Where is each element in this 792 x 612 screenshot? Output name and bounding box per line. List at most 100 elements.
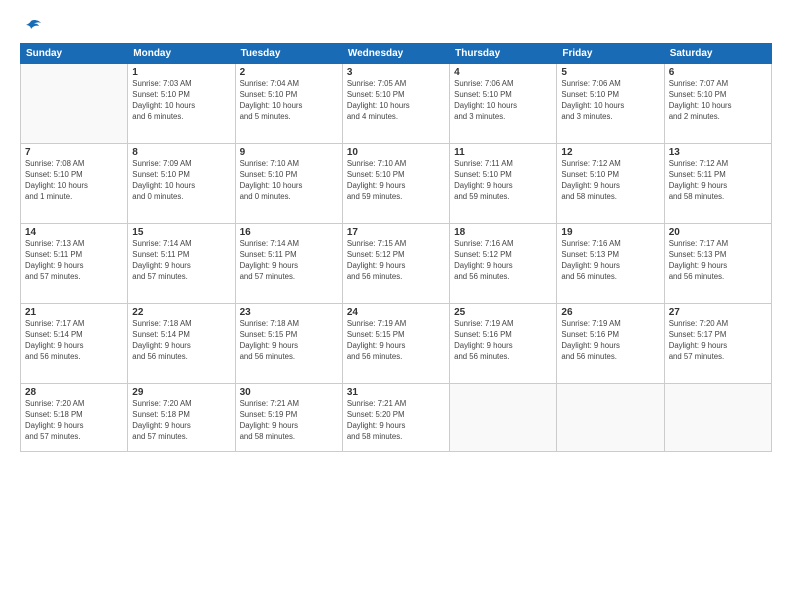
calendar-header-friday: Friday [557, 44, 664, 64]
calendar-week-5: 28Sunrise: 7:20 AMSunset: 5:18 PMDayligh… [21, 384, 772, 452]
calendar-header-tuesday: Tuesday [235, 44, 342, 64]
calendar-cell: 14Sunrise: 7:13 AMSunset: 5:11 PMDayligh… [21, 224, 128, 304]
day-info: Sunrise: 7:17 AMSunset: 5:13 PMDaylight:… [669, 239, 767, 283]
day-info: Sunrise: 7:20 AMSunset: 5:18 PMDaylight:… [132, 399, 230, 443]
day-info: Sunrise: 7:20 AMSunset: 5:17 PMDaylight:… [669, 319, 767, 363]
day-info: Sunrise: 7:04 AMSunset: 5:10 PMDaylight:… [240, 79, 338, 123]
calendar-cell: 20Sunrise: 7:17 AMSunset: 5:13 PMDayligh… [664, 224, 771, 304]
day-info: Sunrise: 7:21 AMSunset: 5:20 PMDaylight:… [347, 399, 445, 443]
calendar-cell [450, 384, 557, 452]
day-number: 19 [561, 227, 659, 238]
day-number: 29 [132, 387, 230, 398]
calendar-cell: 7Sunrise: 7:08 AMSunset: 5:10 PMDaylight… [21, 144, 128, 224]
calendar-cell: 26Sunrise: 7:19 AMSunset: 5:16 PMDayligh… [557, 304, 664, 384]
day-info: Sunrise: 7:12 AMSunset: 5:10 PMDaylight:… [561, 159, 659, 203]
day-number: 21 [25, 307, 123, 318]
calendar-cell: 8Sunrise: 7:09 AMSunset: 5:10 PMDaylight… [128, 144, 235, 224]
day-number: 24 [347, 307, 445, 318]
day-info: Sunrise: 7:05 AMSunset: 5:10 PMDaylight:… [347, 79, 445, 123]
day-info: Sunrise: 7:18 AMSunset: 5:14 PMDaylight:… [132, 319, 230, 363]
day-number: 13 [669, 147, 767, 158]
day-number: 14 [25, 227, 123, 238]
calendar-cell [21, 64, 128, 144]
day-info: Sunrise: 7:20 AMSunset: 5:18 PMDaylight:… [25, 399, 123, 443]
calendar-cell: 9Sunrise: 7:10 AMSunset: 5:10 PMDaylight… [235, 144, 342, 224]
day-info: Sunrise: 7:11 AMSunset: 5:10 PMDaylight:… [454, 159, 552, 203]
day-info: Sunrise: 7:16 AMSunset: 5:12 PMDaylight:… [454, 239, 552, 283]
day-info: Sunrise: 7:18 AMSunset: 5:15 PMDaylight:… [240, 319, 338, 363]
day-number: 20 [669, 227, 767, 238]
calendar-cell: 21Sunrise: 7:17 AMSunset: 5:14 PMDayligh… [21, 304, 128, 384]
calendar-header-sunday: Sunday [21, 44, 128, 64]
calendar-cell: 25Sunrise: 7:19 AMSunset: 5:16 PMDayligh… [450, 304, 557, 384]
calendar-cell: 16Sunrise: 7:14 AMSunset: 5:11 PMDayligh… [235, 224, 342, 304]
day-info: Sunrise: 7:09 AMSunset: 5:10 PMDaylight:… [132, 159, 230, 203]
calendar-cell: 4Sunrise: 7:06 AMSunset: 5:10 PMDaylight… [450, 64, 557, 144]
day-number: 8 [132, 147, 230, 158]
day-number: 2 [240, 67, 338, 78]
calendar-cell: 13Sunrise: 7:12 AMSunset: 5:11 PMDayligh… [664, 144, 771, 224]
calendar-cell: 10Sunrise: 7:10 AMSunset: 5:10 PMDayligh… [342, 144, 449, 224]
day-number: 3 [347, 67, 445, 78]
day-number: 6 [669, 67, 767, 78]
calendar-cell: 5Sunrise: 7:06 AMSunset: 5:10 PMDaylight… [557, 64, 664, 144]
day-info: Sunrise: 7:03 AMSunset: 5:10 PMDaylight:… [132, 79, 230, 123]
day-info: Sunrise: 7:17 AMSunset: 5:14 PMDaylight:… [25, 319, 123, 363]
calendar-header-thursday: Thursday [450, 44, 557, 64]
day-info: Sunrise: 7:16 AMSunset: 5:13 PMDaylight:… [561, 239, 659, 283]
day-number: 12 [561, 147, 659, 158]
calendar-cell [557, 384, 664, 452]
logo-text [20, 18, 41, 35]
day-number: 28 [25, 387, 123, 398]
calendar-cell: 3Sunrise: 7:05 AMSunset: 5:10 PMDaylight… [342, 64, 449, 144]
day-number: 27 [669, 307, 767, 318]
day-number: 5 [561, 67, 659, 78]
calendar-cell: 23Sunrise: 7:18 AMSunset: 5:15 PMDayligh… [235, 304, 342, 384]
calendar-cell: 29Sunrise: 7:20 AMSunset: 5:18 PMDayligh… [128, 384, 235, 452]
calendar-cell: 27Sunrise: 7:20 AMSunset: 5:17 PMDayligh… [664, 304, 771, 384]
day-info: Sunrise: 7:19 AMSunset: 5:16 PMDaylight:… [454, 319, 552, 363]
day-number: 7 [25, 147, 123, 158]
day-number: 4 [454, 67, 552, 78]
calendar-cell: 30Sunrise: 7:21 AMSunset: 5:19 PMDayligh… [235, 384, 342, 452]
calendar-week-1: 1Sunrise: 7:03 AMSunset: 5:10 PMDaylight… [21, 64, 772, 144]
calendar-cell: 1Sunrise: 7:03 AMSunset: 5:10 PMDaylight… [128, 64, 235, 144]
calendar-week-4: 21Sunrise: 7:17 AMSunset: 5:14 PMDayligh… [21, 304, 772, 384]
day-number: 30 [240, 387, 338, 398]
calendar-cell: 2Sunrise: 7:04 AMSunset: 5:10 PMDaylight… [235, 64, 342, 144]
day-number: 9 [240, 147, 338, 158]
day-number: 11 [454, 147, 552, 158]
day-info: Sunrise: 7:06 AMSunset: 5:10 PMDaylight:… [561, 79, 659, 123]
day-info: Sunrise: 7:10 AMSunset: 5:10 PMDaylight:… [347, 159, 445, 203]
day-number: 22 [132, 307, 230, 318]
calendar-cell: 6Sunrise: 7:07 AMSunset: 5:10 PMDaylight… [664, 64, 771, 144]
page: SundayMondayTuesdayWednesdayThursdayFrid… [0, 0, 792, 612]
day-number: 10 [347, 147, 445, 158]
calendar-cell: 19Sunrise: 7:16 AMSunset: 5:13 PMDayligh… [557, 224, 664, 304]
day-info: Sunrise: 7:21 AMSunset: 5:19 PMDaylight:… [240, 399, 338, 443]
calendar-cell: 12Sunrise: 7:12 AMSunset: 5:10 PMDayligh… [557, 144, 664, 224]
calendar-cell: 17Sunrise: 7:15 AMSunset: 5:12 PMDayligh… [342, 224, 449, 304]
calendar-cell [664, 384, 771, 452]
calendar-cell: 11Sunrise: 7:11 AMSunset: 5:10 PMDayligh… [450, 144, 557, 224]
day-number: 23 [240, 307, 338, 318]
day-number: 16 [240, 227, 338, 238]
day-number: 25 [454, 307, 552, 318]
calendar-header-saturday: Saturday [664, 44, 771, 64]
day-number: 15 [132, 227, 230, 238]
day-info: Sunrise: 7:07 AMSunset: 5:10 PMDaylight:… [669, 79, 767, 123]
calendar: SundayMondayTuesdayWednesdayThursdayFrid… [20, 43, 772, 452]
day-info: Sunrise: 7:14 AMSunset: 5:11 PMDaylight:… [240, 239, 338, 283]
logo [20, 18, 43, 35]
calendar-cell: 22Sunrise: 7:18 AMSunset: 5:14 PMDayligh… [128, 304, 235, 384]
logo-bird-icon [21, 19, 41, 35]
calendar-header-row: SundayMondayTuesdayWednesdayThursdayFrid… [21, 44, 772, 64]
day-info: Sunrise: 7:19 AMSunset: 5:16 PMDaylight:… [561, 319, 659, 363]
day-info: Sunrise: 7:15 AMSunset: 5:12 PMDaylight:… [347, 239, 445, 283]
day-number: 1 [132, 67, 230, 78]
day-number: 31 [347, 387, 445, 398]
header [20, 18, 772, 35]
calendar-cell: 15Sunrise: 7:14 AMSunset: 5:11 PMDayligh… [128, 224, 235, 304]
calendar-cell: 24Sunrise: 7:19 AMSunset: 5:15 PMDayligh… [342, 304, 449, 384]
day-info: Sunrise: 7:08 AMSunset: 5:10 PMDaylight:… [25, 159, 123, 203]
